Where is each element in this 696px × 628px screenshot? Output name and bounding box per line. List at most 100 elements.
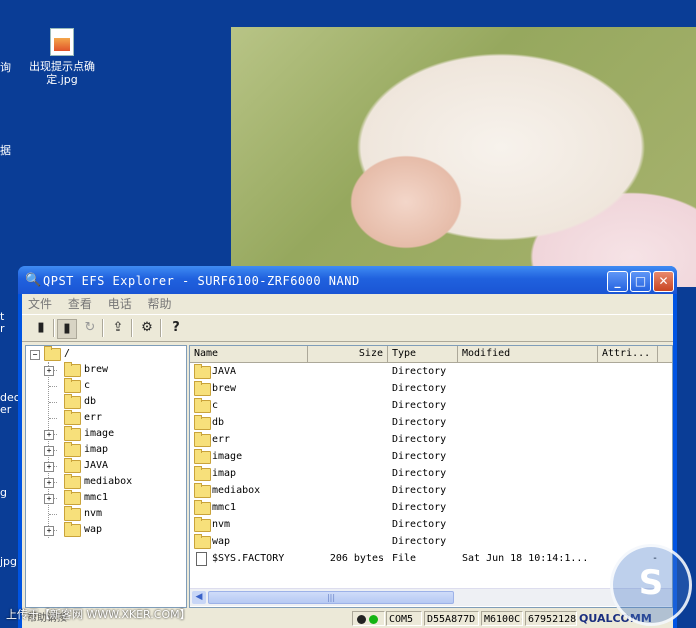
- scroll-left-icon[interactable]: ◀: [192, 591, 206, 604]
- desktop-edge-label: jpg: [0, 555, 18, 568]
- tree-item[interactable]: + JAVA: [26, 458, 186, 474]
- cell-modified: Sat Jun 18 10:14:1...: [462, 553, 589, 564]
- led-icon: [357, 615, 366, 624]
- folder-icon: [64, 394, 81, 409]
- maximize-button[interactable]: □: [630, 271, 651, 292]
- cell-name: c: [212, 400, 219, 411]
- tree-item-label: imap: [84, 444, 109, 455]
- tree-root-label: /: [64, 348, 71, 359]
- tree-item-label: wap: [84, 524, 103, 535]
- expand-toggle[interactable]: +: [44, 446, 54, 456]
- file-list[interactable]: Name Size Type Modified Attri... JAVA Dir…: [189, 345, 673, 608]
- desktop-edge-label: r: [0, 322, 5, 335]
- watermark-text: 上传于【新客网 WWW.XKER.COM】: [6, 608, 191, 621]
- list-item[interactable]: imap Directory: [190, 465, 672, 482]
- cell-type: Directory: [392, 519, 447, 530]
- phone-connect-icon[interactable]: ▮: [57, 319, 77, 339]
- cell-type: Directory: [392, 366, 447, 377]
- folder-icon: [64, 490, 81, 505]
- expand-toggle[interactable]: +: [44, 366, 54, 376]
- expand-toggle[interactable]: +: [44, 494, 54, 504]
- column-name[interactable]: Name: [190, 346, 308, 362]
- file-icon: [196, 552, 207, 566]
- folder-icon: [64, 522, 81, 537]
- folder-icon: [194, 517, 211, 532]
- scroll-thumb[interactable]: |||: [208, 591, 454, 604]
- folder-icon: [194, 466, 211, 481]
- folder-icon: [64, 362, 81, 377]
- minimize-button[interactable]: _: [607, 271, 628, 292]
- list-header: Name Size Type Modified Attri...: [190, 346, 672, 363]
- desktop-edge-label: 询: [0, 61, 11, 74]
- expand-toggle[interactable]: +: [44, 462, 54, 472]
- tree-item-label: db: [84, 396, 97, 407]
- list-item[interactable]: mmc1 Directory: [190, 499, 672, 516]
- column-modified[interactable]: Modified: [458, 346, 598, 362]
- column-size[interactable]: Size: [308, 346, 388, 362]
- cell-name: wap: [212, 536, 231, 547]
- expand-toggle[interactable]: +: [44, 478, 54, 488]
- list-item[interactable]: mediabox Directory: [190, 482, 672, 499]
- menu-help[interactable]: 帮助: [142, 294, 178, 312]
- list-item[interactable]: nvm Directory: [190, 516, 672, 533]
- menu-file[interactable]: 文件: [22, 294, 58, 312]
- list-item[interactable]: brew Directory: [190, 380, 672, 397]
- tree-item[interactable]: + mediabox: [26, 474, 186, 490]
- cell-type: Directory: [392, 434, 447, 445]
- title-bar[interactable]: 🔍 QPST EFS Explorer - SURF6100-ZRF6000 N…: [18, 266, 677, 294]
- tree-item[interactable]: + mmc1: [26, 490, 186, 506]
- tree-item-label: nvm: [84, 508, 103, 519]
- cell-name: image: [212, 451, 243, 462]
- column-attributes[interactable]: Attri...: [598, 346, 658, 362]
- help-icon[interactable]: ?: [167, 319, 185, 337]
- folder-icon: [64, 378, 81, 393]
- status-build: 67952128: [525, 611, 577, 626]
- tree-item[interactable]: db: [26, 394, 186, 410]
- list-item[interactable]: wap Directory: [190, 533, 672, 550]
- expand-toggle[interactable]: +: [44, 430, 54, 440]
- menu-view[interactable]: 查看: [62, 294, 98, 312]
- desktop-edge-label: g: [0, 486, 7, 499]
- cell-name: brew: [212, 383, 237, 394]
- tree-root[interactable]: − /: [26, 346, 186, 362]
- cell-type: File: [392, 553, 417, 564]
- tree-item[interactable]: nvm: [26, 506, 186, 522]
- phone-icon[interactable]: ▮: [32, 319, 50, 337]
- tree-item[interactable]: err: [26, 410, 186, 426]
- cell-type: Directory: [392, 485, 447, 496]
- close-button[interactable]: ✕: [653, 271, 674, 292]
- tree-item[interactable]: + image: [26, 426, 186, 442]
- folder-up-icon[interactable]: ⇪: [109, 319, 127, 337]
- list-item[interactable]: db Directory: [190, 414, 672, 431]
- toolbar: ▮ ▮ ↻ ⇪ ⚙ ?: [22, 314, 673, 342]
- folder-tree[interactable]: − / + brew c db err + image + imap + JAVA + mediabox…: [25, 345, 187, 608]
- tree-item[interactable]: + imap: [26, 442, 186, 458]
- cell-name: $SYS.FACTORY: [212, 553, 285, 564]
- refresh-icon[interactable]: ↻: [81, 319, 99, 337]
- menu-phone[interactable]: 电话: [102, 294, 138, 312]
- list-item[interactable]: $SYS.FACTORY 206 bytes File Sat Jun 18 10:1…: [190, 550, 672, 567]
- horizontal-scrollbar[interactable]: ◀ |||: [190, 588, 672, 606]
- desktop-icon-label-1: 出现提示点确: [29, 60, 95, 73]
- tree-item[interactable]: + wap: [26, 522, 186, 538]
- folder-open-icon: [44, 346, 61, 361]
- desktop-file-icon[interactable]: 出现提示点确 定.jpg: [22, 28, 102, 86]
- tree-line: [49, 386, 57, 387]
- folder-icon: [64, 426, 81, 441]
- column-type[interactable]: Type: [388, 346, 458, 362]
- collapse-toggle[interactable]: −: [30, 350, 40, 360]
- baby-photo: [231, 27, 696, 287]
- list-item[interactable]: JAVA Directory: [190, 363, 672, 380]
- list-item[interactable]: image Directory: [190, 448, 672, 465]
- list-item[interactable]: c Directory: [190, 397, 672, 414]
- tree-item-label: err: [84, 412, 103, 423]
- toolbar-separator: [53, 319, 55, 337]
- tree-item[interactable]: c: [26, 378, 186, 394]
- desktop-icon-label-2: 定.jpg: [46, 73, 78, 86]
- tree-line: [49, 514, 57, 515]
- list-item[interactable]: err Directory: [190, 431, 672, 448]
- folder-icon: [194, 415, 211, 430]
- expand-toggle[interactable]: +: [44, 526, 54, 536]
- settings-icon[interactable]: ⚙: [138, 319, 156, 337]
- tree-item[interactable]: + brew: [26, 362, 186, 378]
